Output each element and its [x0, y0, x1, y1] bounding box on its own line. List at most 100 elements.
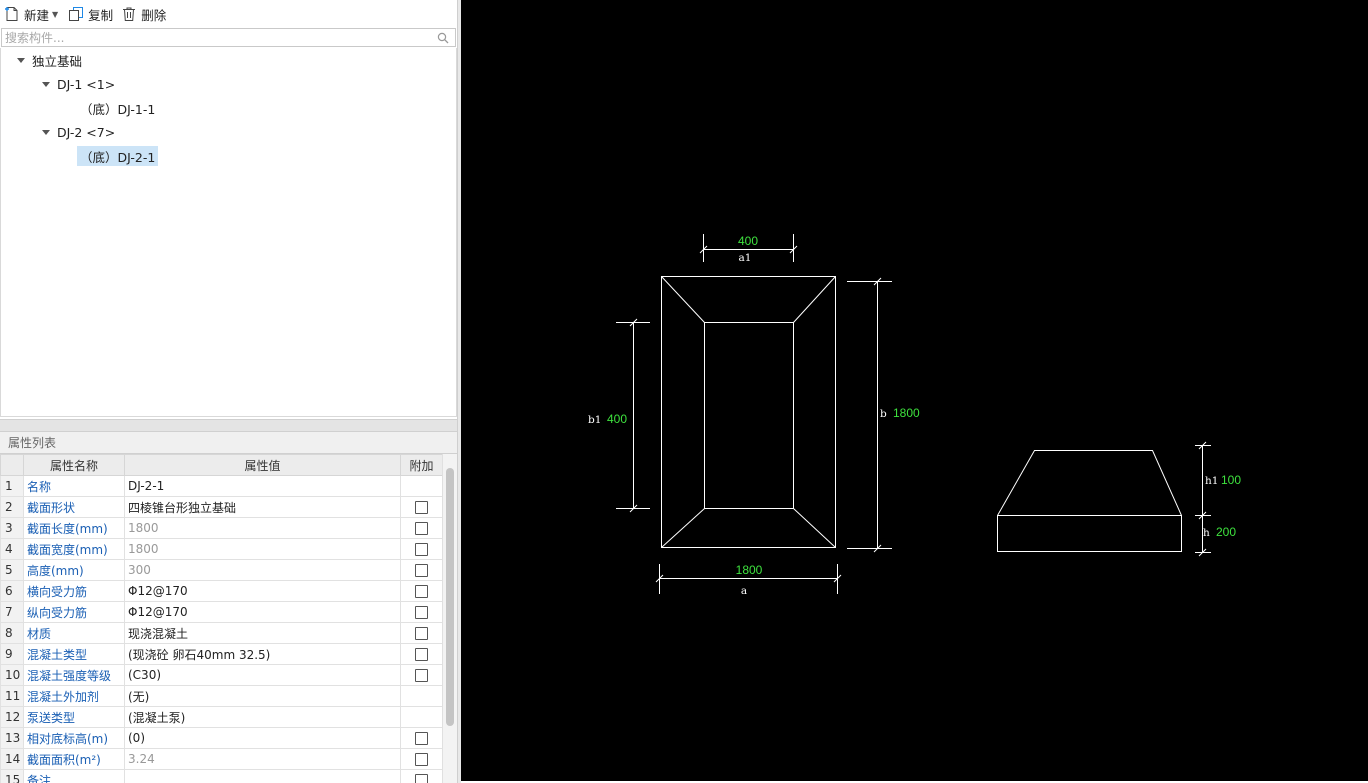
tree-node-root[interactable]: 独立基础 — [17, 50, 82, 70]
property-value[interactable]: DJ-2-1 — [124, 475, 401, 497]
extra-checkbox[interactable] — [415, 774, 428, 783]
plan-corner-lines — [661, 276, 836, 548]
property-value[interactable]: (C30) — [124, 664, 401, 686]
property-index: 3 — [0, 517, 24, 539]
expand-arrow-icon[interactable] — [42, 129, 50, 135]
extra-checkbox[interactable] — [415, 606, 428, 619]
property-row[interactable]: 3 截面长度(mm) 1800 — [0, 517, 442, 539]
property-row[interactable]: 6 横向受力筋 Φ12@170 — [0, 580, 442, 602]
expand-arrow-icon[interactable] — [17, 57, 25, 63]
tree-node-dj1[interactable]: DJ-1 <1> — [42, 74, 115, 94]
delete-button[interactable]: 删除 — [121, 3, 166, 25]
new-button[interactable]: 新建 ▼ — [4, 3, 60, 25]
property-index: 10 — [0, 664, 24, 686]
property-value[interactable]: 现浇混凝土 — [124, 622, 401, 644]
dim-b1-value: 400 — [607, 412, 627, 426]
property-value[interactable]: 300 — [124, 559, 401, 581]
panel-splitter[interactable] — [0, 419, 457, 432]
extra-checkbox[interactable] — [415, 543, 428, 556]
header-extra[interactable]: 附加 — [400, 454, 442, 476]
extra-checkbox[interactable] — [415, 564, 428, 577]
plan-inner-outline — [704, 322, 794, 509]
property-extra-cell — [400, 664, 442, 686]
property-name: 高度(mm) — [23, 559, 125, 581]
property-extra-cell — [400, 559, 442, 581]
dim-b-label: b — [880, 408, 887, 420]
property-index: 11 — [0, 685, 24, 707]
property-value[interactable]: 四棱锥台形独立基础 — [124, 496, 401, 518]
property-value[interactable]: (无) — [124, 685, 401, 707]
property-value[interactable]: Φ12@170 — [124, 601, 401, 623]
property-value[interactable] — [124, 769, 401, 783]
copy-button-label: 复制 — [88, 7, 114, 23]
extra-checkbox[interactable] — [415, 501, 428, 514]
tree-leaf-dj2-1[interactable]: （底）DJ-2-1 — [77, 146, 159, 166]
property-row[interactable]: 1 名称 DJ-2-1 — [0, 475, 442, 497]
property-index: 9 — [0, 643, 24, 665]
component-tree: 独立基础 DJ-1 <1> （底）DJ-1-1 DJ-2 <7> （底）DJ-2… — [0, 48, 457, 417]
property-name: 截面长度(mm) — [23, 517, 125, 539]
property-row[interactable]: 10 混凝土强度等级 (C30) — [0, 664, 442, 686]
property-row[interactable]: 15 备注 — [0, 769, 442, 783]
new-button-label: 新建 — [24, 7, 50, 23]
property-extra-cell — [400, 601, 442, 623]
property-index: 14 — [0, 748, 24, 770]
extra-checkbox[interactable] — [415, 732, 428, 745]
extra-checkbox[interactable] — [415, 627, 428, 640]
property-name: 混凝土外加剂 — [23, 685, 125, 707]
header-property-name[interactable]: 属性名称 — [23, 454, 125, 476]
extra-checkbox[interactable] — [415, 585, 428, 598]
property-row[interactable]: 8 材质 现浇混凝土 — [0, 622, 442, 644]
property-index: 5 — [0, 559, 24, 581]
extra-checkbox[interactable] — [415, 753, 428, 766]
property-name: 截面面积(m²) — [23, 748, 125, 770]
tree-leaf-label: （底）DJ-2-1 — [80, 149, 156, 165]
property-extra-cell — [400, 580, 442, 602]
new-dropdown-caret-icon[interactable]: ▼ — [52, 10, 58, 19]
property-value[interactable]: (0) — [124, 727, 401, 749]
property-row[interactable]: 13 相对底标高(m) (0) — [0, 727, 442, 749]
property-value[interactable]: 1800 — [124, 538, 401, 560]
dim-a-value: 1800 — [736, 563, 763, 577]
extra-checkbox[interactable] — [415, 669, 428, 682]
property-extra-cell — [400, 517, 442, 539]
property-row[interactable]: 14 截面面积(m²) 3.24 — [0, 748, 442, 770]
property-value[interactable]: Φ12@170 — [124, 580, 401, 602]
property-value[interactable]: 1800 — [124, 517, 401, 539]
extra-checkbox[interactable] — [415, 648, 428, 661]
tree-node-label: 独立基础 — [32, 53, 83, 69]
copy-button[interactable]: 复制 — [68, 3, 113, 25]
header-property-value[interactable]: 属性值 — [124, 454, 401, 476]
property-row[interactable]: 2 截面形状 四棱锥台形独立基础 — [0, 496, 442, 518]
expand-arrow-icon[interactable] — [42, 81, 50, 87]
property-value[interactable]: 3.24 — [124, 748, 401, 770]
property-row[interactable]: 11 混凝土外加剂 (无) — [0, 685, 442, 707]
property-index: 15 — [0, 769, 24, 783]
property-extra-cell — [400, 643, 442, 665]
property-row[interactable]: 7 纵向受力筋 Φ12@170 — [0, 601, 442, 623]
property-index: 1 — [0, 475, 24, 497]
scrollbar-thumb[interactable] — [446, 468, 454, 726]
property-name: 混凝土类型 — [23, 643, 125, 665]
dim-h1-value: 100 — [1221, 473, 1241, 487]
property-index: 2 — [0, 496, 24, 518]
property-value[interactable]: (混凝土泵) — [124, 706, 401, 728]
search-icon[interactable] — [437, 32, 449, 44]
property-value[interactable]: (现浇砼 卵石40mm 32.5) — [124, 643, 401, 665]
extra-checkbox[interactable] — [415, 522, 428, 535]
property-extra-cell — [400, 706, 442, 728]
property-row[interactable]: 5 高度(mm) 300 — [0, 559, 442, 581]
search-input[interactable] — [2, 29, 432, 46]
section-outline — [997, 450, 1182, 552]
tree-leaf-dj1-1[interactable]: （底）DJ-1-1 — [80, 98, 155, 118]
left-panel: 新建 ▼ 复制 删除 独立基础 — [0, 0, 460, 783]
property-name: 备注 — [23, 769, 125, 783]
delete-button-label: 删除 — [141, 7, 167, 23]
property-extra-cell — [400, 748, 442, 770]
properties-scrollbar[interactable] — [442, 454, 457, 783]
property-row[interactable]: 4 截面宽度(mm) 1800 — [0, 538, 442, 560]
drawing-canvas[interactable]: 400 a1 b1 400 b 1800 1800 a h1 100 h 200 — [461, 0, 1368, 781]
tree-node-dj2[interactable]: DJ-2 <7> — [42, 122, 115, 142]
property-row[interactable]: 12 泵送类型 (混凝土泵) — [0, 706, 442, 728]
property-row[interactable]: 9 混凝土类型 (现浇砼 卵石40mm 32.5) — [0, 643, 442, 665]
